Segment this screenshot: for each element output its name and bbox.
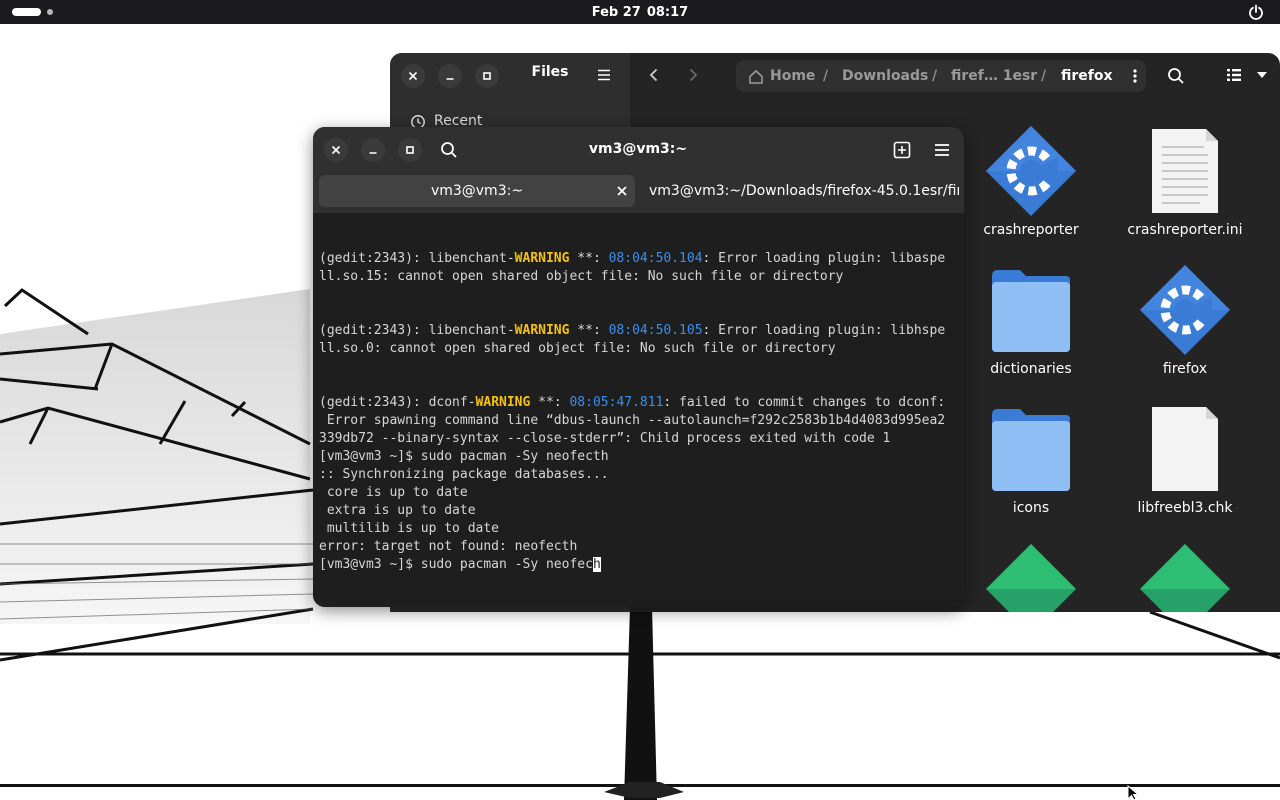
terminal-prompt: [vm3@vm3 ~]$ sudo pacman -Sy neofec [319, 557, 593, 572]
timestamp: 08:04:50.105 [608, 323, 703, 338]
text-document-icon [1152, 129, 1218, 213]
minimize-icon [446, 78, 454, 80]
tab-label: vm3@vm3:~ [430, 183, 524, 199]
app-gear-icon [1140, 265, 1230, 355]
terminal-line: (gedit:2343): libenchant- [319, 323, 515, 338]
folder-icon [992, 270, 1070, 352]
files-minimize-button[interactable] [438, 64, 462, 88]
chevron-down-icon[interactable] [1256, 71, 1268, 79]
terminal-line: ll.so.0: cannot open shared object file:… [319, 341, 836, 356]
path-separator: / [932, 68, 938, 84]
path-separator: / [823, 68, 829, 84]
file-name: libfreebl3.chk [1137, 500, 1233, 516]
warning-label: WARNING [475, 395, 531, 410]
top-bar: Feb 27 08:17 [0, 0, 1280, 24]
path-bar: Home / Downloads / firef… 1esr / firefox [736, 60, 1146, 92]
more-options-icon[interactable] [1133, 69, 1137, 83]
timestamp: 08:05:47.811 [569, 395, 664, 410]
files-sidebar-title: Files [531, 64, 569, 80]
mouse-pointer-icon [1127, 785, 1140, 800]
text-cursor: h [592, 557, 601, 572]
terminal-line: **: [569, 323, 609, 338]
tab-home[interactable]: vm3@vm3:~ [319, 175, 635, 207]
path-segment-firefox-esr[interactable]: firef… 1esr [951, 68, 1037, 84]
home-icon [749, 69, 763, 84]
file-name: firefox [1162, 361, 1208, 377]
file-name: crashreporter [983, 222, 1079, 238]
path-segment-downloads[interactable]: Downloads [842, 68, 928, 84]
search-icon[interactable] [1167, 67, 1185, 85]
back-arrow-icon[interactable] [646, 67, 662, 83]
terminal-line: **: [569, 251, 609, 266]
workspace-dot [47, 9, 53, 15]
terminal-line: **: [530, 395, 570, 410]
file-name: crashreporter.ini [1127, 222, 1243, 238]
terminal-line: 339db72 --binary-syntax --close-stderr”:… [319, 431, 891, 446]
terminal-window: vm3@vm3:~ vm3@vm3:~ vm3@vm3:~/Downloads/… [313, 127, 964, 607]
terminal-minimize-button[interactable] [361, 138, 385, 162]
warning-label: WARNING [514, 251, 570, 266]
terminal-line: ll.so.15: cannot open shared object file… [319, 269, 844, 284]
clock-time: 08:17 [646, 5, 689, 20]
tab-firefox-directory[interactable]: vm3@vm3:~/Downloads/firefox-45.0.1esr/fi… [649, 183, 959, 199]
hamburger-menu-icon[interactable] [596, 67, 612, 83]
file-name: dictionaries [990, 361, 1072, 377]
timestamp: 08:04:50.104 [608, 251, 703, 266]
green-app-icon [986, 544, 1076, 612]
clock-date: Feb 27 [591, 5, 641, 20]
terminal-line: : Error loading plugin: libaspe [702, 251, 946, 266]
terminal-line: [vm3@vm3 ~]$ sudo pacman -Sy neofecth [319, 449, 609, 464]
terminal-line: multilib is up to date [319, 521, 500, 536]
folder-icon [992, 409, 1070, 491]
clock[interactable]: Feb 27 08:17 [540, 0, 740, 24]
file-name: icons [1012, 500, 1050, 516]
files-headerbar: Files Home / Downloads / firef… 1esr / f… [390, 53, 1280, 99]
terminal-line: : Error loading plugin: libhspe [702, 323, 946, 338]
terminal-line: error: target not found: neofecth [319, 539, 578, 554]
terminal-tab-bar: vm3@vm3:~ vm3@vm3:~/Downloads/firefox-45… [313, 173, 964, 213]
terminal-line: Error spawning command line “dbus-launch… [319, 413, 946, 428]
path-segment-current[interactable]: firefox [1061, 68, 1113, 84]
terminal-line: :: Synchronizing package databases... [319, 467, 609, 482]
new-tab-icon[interactable] [893, 141, 911, 159]
close-icon [331, 145, 341, 155]
minimize-icon [369, 152, 377, 154]
active-workspace-pill [12, 8, 41, 16]
close-icon [408, 71, 418, 81]
files-close-button[interactable] [401, 64, 425, 88]
hamburger-menu-icon[interactable] [933, 141, 951, 159]
path-separator: / [1041, 68, 1047, 84]
list-view-icon[interactable] [1226, 67, 1242, 83]
maximize-icon [483, 72, 491, 80]
terminal-line: : failed to commit changes to dconf: [663, 395, 946, 410]
close-icon[interactable] [616, 185, 628, 197]
terminal-line: extra is up to date [319, 503, 476, 518]
search-icon[interactable] [440, 141, 458, 159]
terminal-close-button[interactable] [324, 138, 348, 162]
blank-document-icon [1152, 407, 1218, 491]
maximize-icon [406, 146, 414, 154]
files-maximize-button[interactable] [475, 64, 499, 88]
path-segment-home[interactable]: Home [770, 68, 815, 84]
terminal-headerbar: vm3@vm3:~ [313, 127, 964, 173]
warning-label: WARNING [514, 323, 570, 338]
power-icon[interactable] [1248, 4, 1264, 20]
terminal-line: (gedit:2343): libenchant- [319, 251, 515, 266]
terminal-output[interactable]: (gedit:2343): libenchant-WARNING **: 08:… [313, 213, 964, 607]
terminal-line: (gedit:2343): dconf- [319, 395, 476, 410]
terminal-maximize-button[interactable] [398, 138, 422, 162]
terminal-text: (gedit:2343): libenchant-WARNING **: 08:… [319, 250, 945, 574]
terminal-title: vm3@vm3:~ [588, 141, 688, 157]
green-app-icon [1140, 544, 1230, 612]
terminal-line: core is up to date [319, 485, 468, 500]
app-gear-icon [986, 126, 1076, 216]
forward-arrow-icon[interactable] [685, 67, 701, 83]
activities-indicator[interactable] [12, 7, 56, 17]
